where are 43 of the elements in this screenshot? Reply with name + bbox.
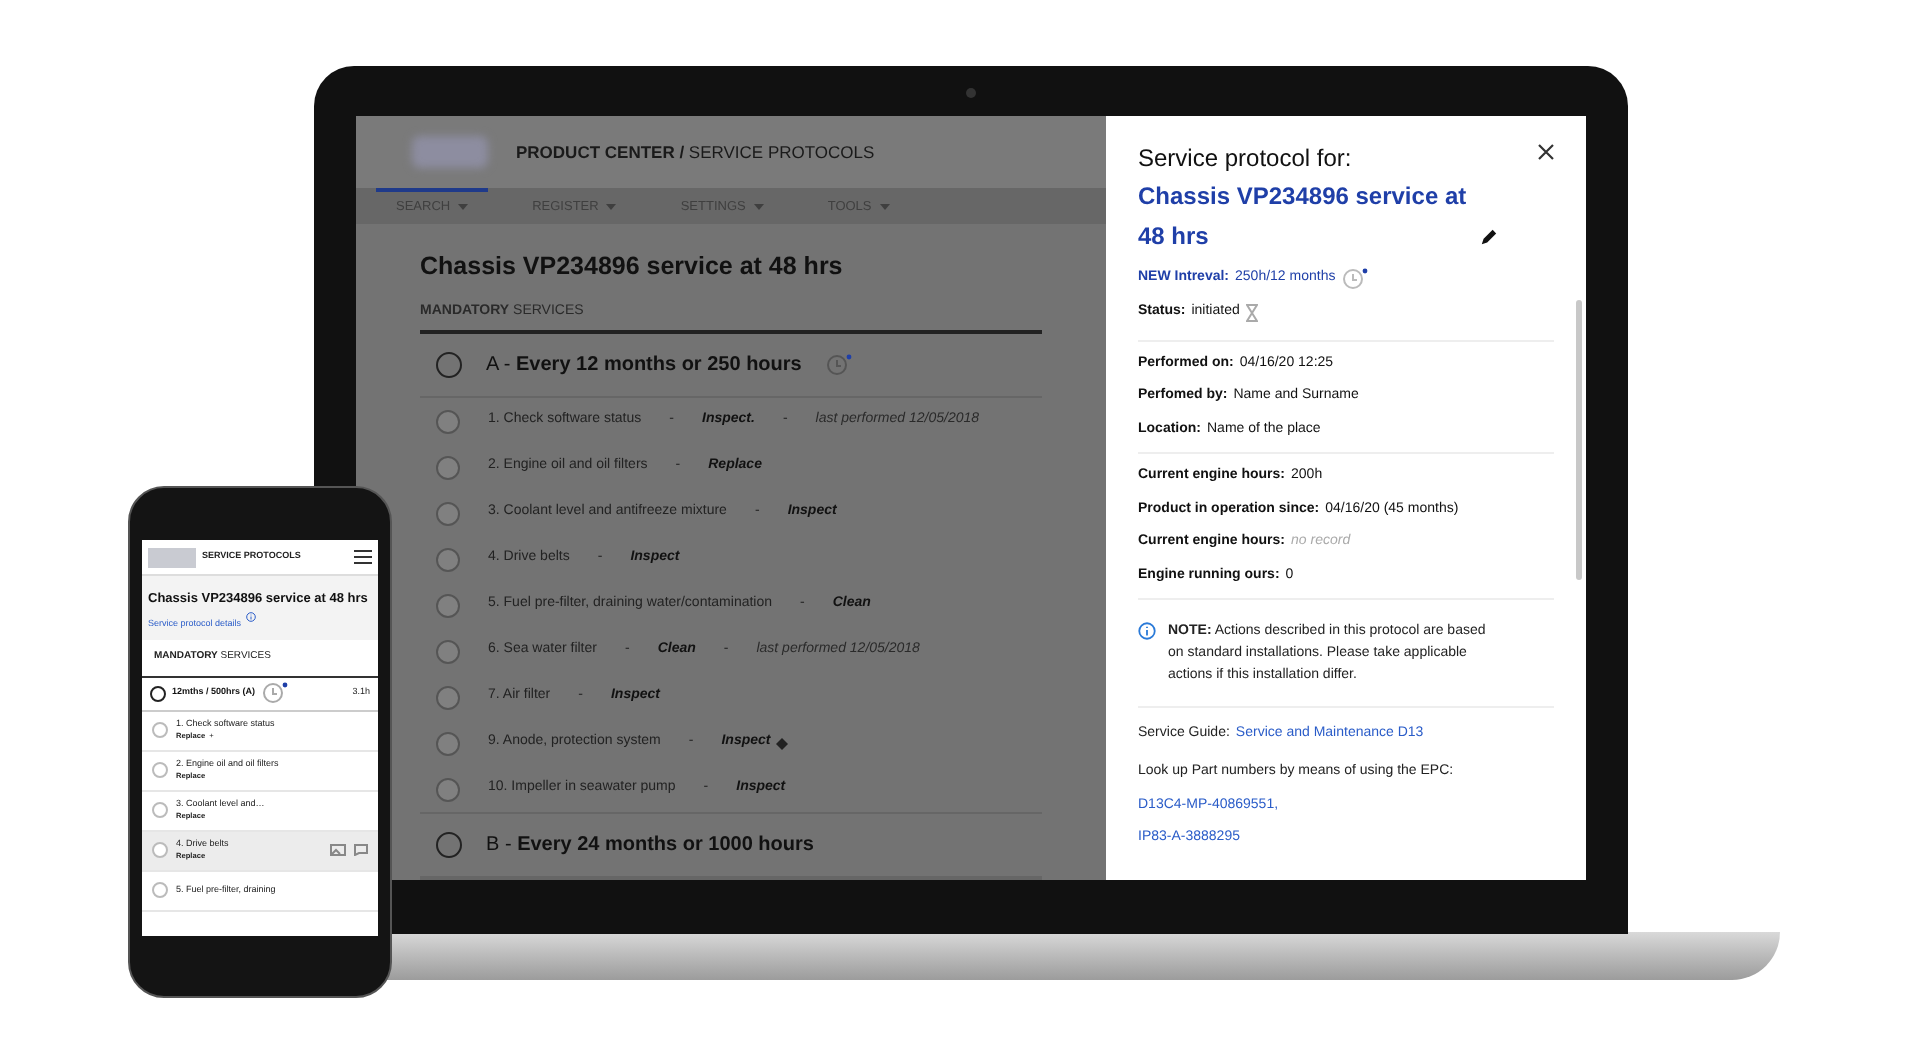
item-radio[interactable] [152,762,168,778]
caret-icon [458,204,469,211]
item-radio[interactable] [436,639,460,663]
info-icon [1138,622,1156,640]
clock-icon [825,354,852,376]
panel-heading: Service protocol for: [1138,142,1352,176]
item-radio[interactable] [436,501,460,525]
info-icon[interactable] [245,612,256,623]
camera-icon [966,88,976,98]
item-radio[interactable] [436,593,460,617]
comment-icon[interactable] [354,844,368,856]
image-icon[interactable] [330,844,346,856]
menu-icon[interactable] [354,550,372,564]
group-radio[interactable] [150,685,166,701]
protocol-title: Chassis VP234896 service at 48 hrs [1138,180,1469,254]
group-title[interactable]: A - Every 12 months or 250 hours [486,350,802,380]
flag-icon [776,737,789,749]
pencil-icon[interactable] [1480,228,1498,246]
group-radio[interactable] [436,832,462,858]
item-radio[interactable] [436,731,460,755]
item-radio[interactable] [436,777,460,801]
hourglass-icon [1245,303,1258,322]
caret-icon [606,204,617,211]
breadcrumb: PRODUCT CENTER / SERVICE PROTOCOLS [516,139,875,165]
group-radio[interactable] [436,352,462,378]
item-radio[interactable] [152,882,168,898]
blurred-logo [412,135,488,168]
scrollbar[interactable] [1576,300,1582,580]
page-title: Chassis VP234896 service at 48 hrs [420,249,845,284]
clock-icon [1341,268,1368,290]
item-radio[interactable] [152,802,168,818]
caret-icon [879,204,890,211]
item-radio[interactable] [152,842,168,858]
item-radio[interactable] [436,547,460,571]
item-radio[interactable] [436,409,460,433]
item-radio[interactable] [436,685,460,709]
clock-icon [261,682,288,704]
item-radio[interactable] [152,722,168,738]
caret-icon [753,204,764,211]
item-radio[interactable] [436,455,460,479]
close-icon[interactable] [1538,144,1554,160]
group-title[interactable]: B - Every 24 months or 1000 hours [486,830,814,860]
logo-placeholder [148,547,196,567]
